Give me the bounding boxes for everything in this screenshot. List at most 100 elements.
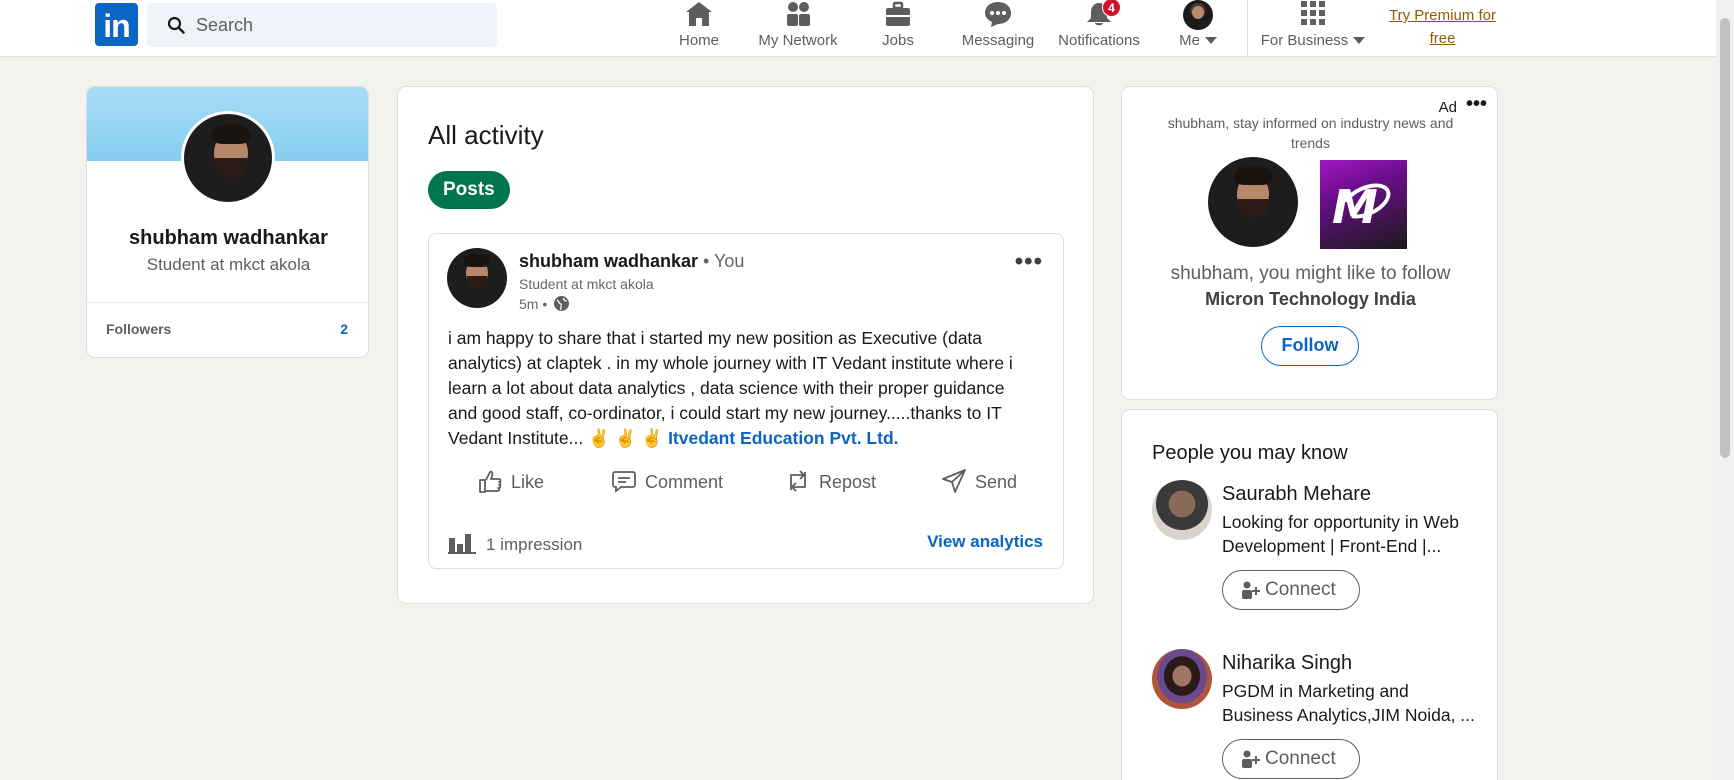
post-card: shubham wadhankar • You Student at mkct … (428, 233, 1064, 569)
network-icon (752, 0, 844, 30)
add-person-icon (1242, 581, 1260, 599)
post-text: i am happy to share that i started my ne… (448, 326, 1028, 451)
nav-for-business[interactable]: For Business (1258, 0, 1368, 52)
add-person-icon (1242, 750, 1260, 768)
page-title: All activity (428, 120, 544, 150)
profile-avatar[interactable] (181, 111, 275, 205)
scrollbar-thumb[interactable] (1720, 18, 1730, 458)
person-name[interactable]: Saurabh Mehare (1222, 483, 1371, 506)
search-icon (167, 16, 185, 34)
posts-filter-button[interactable]: Posts (428, 171, 510, 209)
follow-prompt: shubham, you might like to follow (1170, 263, 1451, 284)
globe-icon (554, 296, 570, 311)
post-author[interactable]: shubham wadhankar • You (519, 251, 744, 272)
section-title: People you may know (1152, 442, 1348, 464)
home-icon (668, 0, 730, 30)
connect-button[interactable]: Connect (1222, 739, 1360, 779)
briefcase-icon (868, 0, 928, 30)
send-button[interactable]: Send (941, 462, 1017, 502)
micron-logo[interactable]: M (1320, 160, 1407, 249)
repost-label: Repost (819, 472, 877, 492)
profile-card: shubham wadhankar Student at mkct akola … (86, 86, 369, 358)
follow-button[interactable]: Follow (1261, 326, 1359, 366)
grid-icon (1258, 0, 1368, 30)
avatar[interactable] (1152, 649, 1212, 709)
me-label: Me (1179, 32, 1200, 49)
comment-button[interactable]: Comment (611, 462, 723, 502)
people-you-may-know-card: People you may know Saurabh Mehare Looki… (1121, 409, 1498, 780)
connect-button[interactable]: Connect (1222, 570, 1360, 610)
nav-label: Notifications (1058, 32, 1140, 49)
nav-messaging[interactable]: Messaging (958, 0, 1038, 52)
company-name[interactable]: Micron Technology India (1122, 289, 1497, 310)
post-author-name[interactable]: shubham wadhankar (519, 251, 698, 271)
person-item: Niharika Singh PGDM in Marketing and Bus… (1152, 649, 1482, 780)
chevron-down-icon (1353, 37, 1366, 44)
post-actions: Like Comment Repost Send (429, 462, 1065, 502)
like-label: Like (511, 472, 545, 492)
like-button[interactable]: Like (477, 462, 544, 502)
person-headline: Looking for opportunity in Web Developme… (1222, 512, 1460, 556)
connect-label: Connect (1265, 748, 1336, 769)
premium-line-2: free (1429, 30, 1456, 47)
bell-icon: 4 (1054, 0, 1144, 30)
company-mention-link[interactable]: Itvedant Education Pvt. Ltd. (668, 428, 898, 448)
profile-name[interactable]: shubham wadhankar (87, 227, 368, 250)
nav-label: Home (678, 32, 719, 49)
for-business-label: For Business (1260, 32, 1349, 49)
avatar[interactable] (1152, 480, 1212, 540)
comment-icon (612, 471, 636, 493)
repost-button[interactable]: Repost (785, 462, 876, 502)
person-headline: PGDM in Marketing and Business Analytics… (1222, 681, 1475, 725)
analytics-bar-icon (448, 534, 476, 554)
comment-label: Comment (645, 472, 724, 492)
nav-label: My Network (758, 32, 838, 49)
send-icon (942, 469, 966, 493)
premium-line-1: Try Premium for (1389, 7, 1496, 24)
activity-card: All activity Posts shubham wadhankar • Y… (397, 86, 1094, 604)
you-tag: • You (698, 251, 745, 271)
nav-label: Messaging (961, 32, 1035, 49)
search-input[interactable] (196, 3, 486, 47)
repost-icon (790, 470, 806, 492)
nav-my-network[interactable]: My Network (752, 0, 844, 52)
try-premium-link[interactable]: Try Premium for free (1385, 4, 1500, 50)
followers-count[interactable]: 2 (340, 321, 348, 337)
nav-home[interactable]: Home (668, 0, 730, 52)
post-time-text: 5m • (519, 296, 548, 312)
ad-tagline: shubham, stay informed on industry news … (1167, 115, 1454, 151)
nav-label: Jobs (882, 32, 914, 49)
nav-label: For Business (1258, 32, 1368, 49)
nav-me[interactable]: Me (1170, 0, 1226, 52)
post-author-headline: Student at mkct akola (519, 276, 654, 292)
ad-card: Ad ••• shubham, stay informed on industr… (1121, 86, 1498, 400)
followers-label[interactable]: Followers (106, 321, 171, 337)
nav-label: Me (1170, 32, 1226, 49)
post-time: 5m • (519, 295, 570, 312)
linkedin-logo-icon[interactable]: in (95, 3, 138, 46)
connect-label: Connect (1265, 579, 1336, 600)
person-name[interactable]: Niharika Singh (1222, 652, 1352, 675)
nav-notifications[interactable]: 4 Notifications (1054, 0, 1144, 52)
me-avatar-wrap (1170, 0, 1226, 30)
send-label: Send (975, 472, 1018, 492)
messaging-icon (958, 0, 1038, 30)
search-bar[interactable] (147, 3, 497, 47)
view-analytics-link[interactable]: View analytics (927, 532, 1043, 552)
divider (87, 302, 368, 303)
page-scrollbar[interactable] (1716, 0, 1734, 780)
nav-divider (1247, 0, 1248, 57)
profile-headline: Student at mkct akola (146, 255, 311, 274)
top-navigation: in Home My Network Jobs Messaging 4 Noti… (0, 0, 1716, 57)
chevron-down-icon (1204, 37, 1217, 44)
nav-jobs[interactable]: Jobs (868, 0, 928, 52)
impressions[interactable]: 1 impression (448, 532, 582, 555)
post-author-avatar[interactable] (447, 248, 507, 308)
ad-user-avatar (1208, 157, 1298, 247)
thumbs-up-icon (479, 470, 502, 493)
person-item: Saurabh Mehare Looking for opportunity i… (1152, 480, 1482, 630)
more-options-icon[interactable]: ••• (1466, 93, 1487, 116)
more-options-icon[interactable]: ••• (1015, 248, 1043, 276)
impressions-text: 1 impression (486, 535, 583, 554)
avatar (1183, 0, 1213, 30)
